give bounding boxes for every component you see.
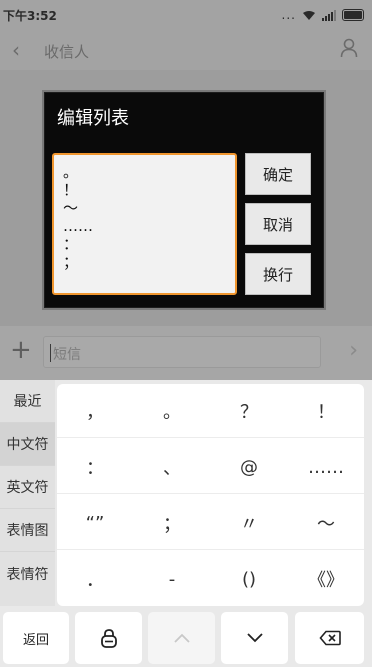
cancel-button[interactable]: 取消 (245, 203, 311, 245)
edit-line: ； (63, 253, 79, 271)
lock-icon (100, 629, 117, 648)
battery-icon (342, 9, 364, 21)
more-dots: ... (281, 8, 296, 22)
chevron-down-icon (246, 633, 263, 643)
up-key[interactable] (148, 612, 215, 664)
category-column: 最近 中文符 英文符 表情图 表情符 (0, 380, 55, 606)
sms-placeholder: 短信 (53, 347, 81, 363)
symbol-key[interactable]: ～ (288, 496, 364, 550)
back-key[interactable]: 返回 (3, 612, 69, 664)
symbol-row: ， 。 ？ ！ (57, 384, 364, 438)
edit-line: ～ (63, 199, 79, 217)
chevron-up-icon (173, 633, 190, 643)
compose-bar: + 短信 › (0, 326, 372, 380)
symbol-key[interactable]: …… (288, 440, 364, 494)
symbol-key[interactable]: ． (57, 552, 133, 606)
person-icon[interactable] (340, 38, 358, 58)
dialog-title: 编辑列表 (57, 108, 129, 129)
category-english-symbols[interactable]: 英文符 (0, 466, 55, 509)
edit-lines: 。 ！ ～ …… ： ； (63, 163, 93, 271)
symbol-key[interactable]: 。 (134, 384, 210, 438)
down-key[interactable] (221, 612, 288, 664)
symbol-grid: ， 。 ？ ！ ： 、 @ …… “” ； 〃 ～ ． - () 《》 (57, 384, 364, 606)
keyboard-bottom-row: 返回 (0, 612, 372, 667)
symbol-key[interactable]: ： (57, 440, 133, 494)
symbol-row: ： 、 @ …… (57, 440, 364, 494)
symbol-key[interactable]: ？ (211, 384, 287, 438)
symbol-row: “” ； 〃 ～ (57, 496, 364, 550)
newline-button[interactable]: 换行 (245, 253, 311, 295)
symbol-key[interactable]: 《》 (288, 552, 364, 606)
symbol-key[interactable]: ； (134, 496, 210, 550)
recipient-label[interactable]: 收信人 (44, 41, 89, 62)
status-bar: 下午3:52 ... (0, 0, 372, 30)
symbol-key[interactable]: ！ (288, 384, 364, 438)
edit-line: …… (63, 217, 93, 235)
symbol-row: ． - () 《》 (57, 552, 364, 606)
symbol-key[interactable]: “” (57, 496, 133, 550)
back-chevron-icon[interactable]: ‹ (12, 38, 20, 62)
symbol-key[interactable]: 〃 (211, 496, 287, 550)
confirm-button[interactable]: 确定 (245, 153, 311, 195)
symbol-key[interactable]: @ (211, 440, 287, 494)
plus-icon[interactable]: + (10, 337, 32, 363)
edit-list-textarea[interactable]: 。 ！ ～ …… ： ； (52, 153, 237, 295)
symbol-key[interactable]: 、 (134, 440, 210, 494)
symbol-keyboard: 最近 中文符 英文符 表情图 表情符 ， 。 ？ ！ ： 、 @ …… “” ；… (0, 380, 372, 667)
edit-line: 。 (63, 163, 79, 181)
status-icons: ... (282, 8, 364, 22)
edit-line: ： (63, 235, 79, 253)
delete-key[interactable] (295, 612, 364, 664)
category-emoji-images[interactable]: 表情图 (0, 509, 55, 552)
sms-input[interactable]: 短信 (43, 336, 321, 368)
category-emoticons[interactable]: 表情符 (0, 552, 55, 595)
wifi-icon (303, 10, 315, 20)
category-recent[interactable]: 最近 (0, 380, 55, 423)
symbol-key[interactable]: () (211, 552, 287, 606)
symbol-key[interactable]: ， (57, 384, 133, 438)
text-cursor (50, 344, 51, 362)
edit-list-dialog: 编辑列表 。 ！ ～ …… ： ； 确定 取消 换行 (44, 92, 324, 308)
send-chevron-icon[interactable]: › (349, 338, 358, 363)
lock-key[interactable] (75, 612, 142, 664)
backspace-icon (318, 630, 341, 646)
symbol-key[interactable]: - (134, 552, 210, 606)
status-time: 下午3:52 (3, 9, 57, 23)
app-header: ‹ 收信人 (0, 30, 372, 70)
category-chinese-symbols[interactable]: 中文符 (0, 423, 55, 466)
signal-icon (322, 9, 336, 21)
edit-line: ！ (63, 181, 79, 199)
